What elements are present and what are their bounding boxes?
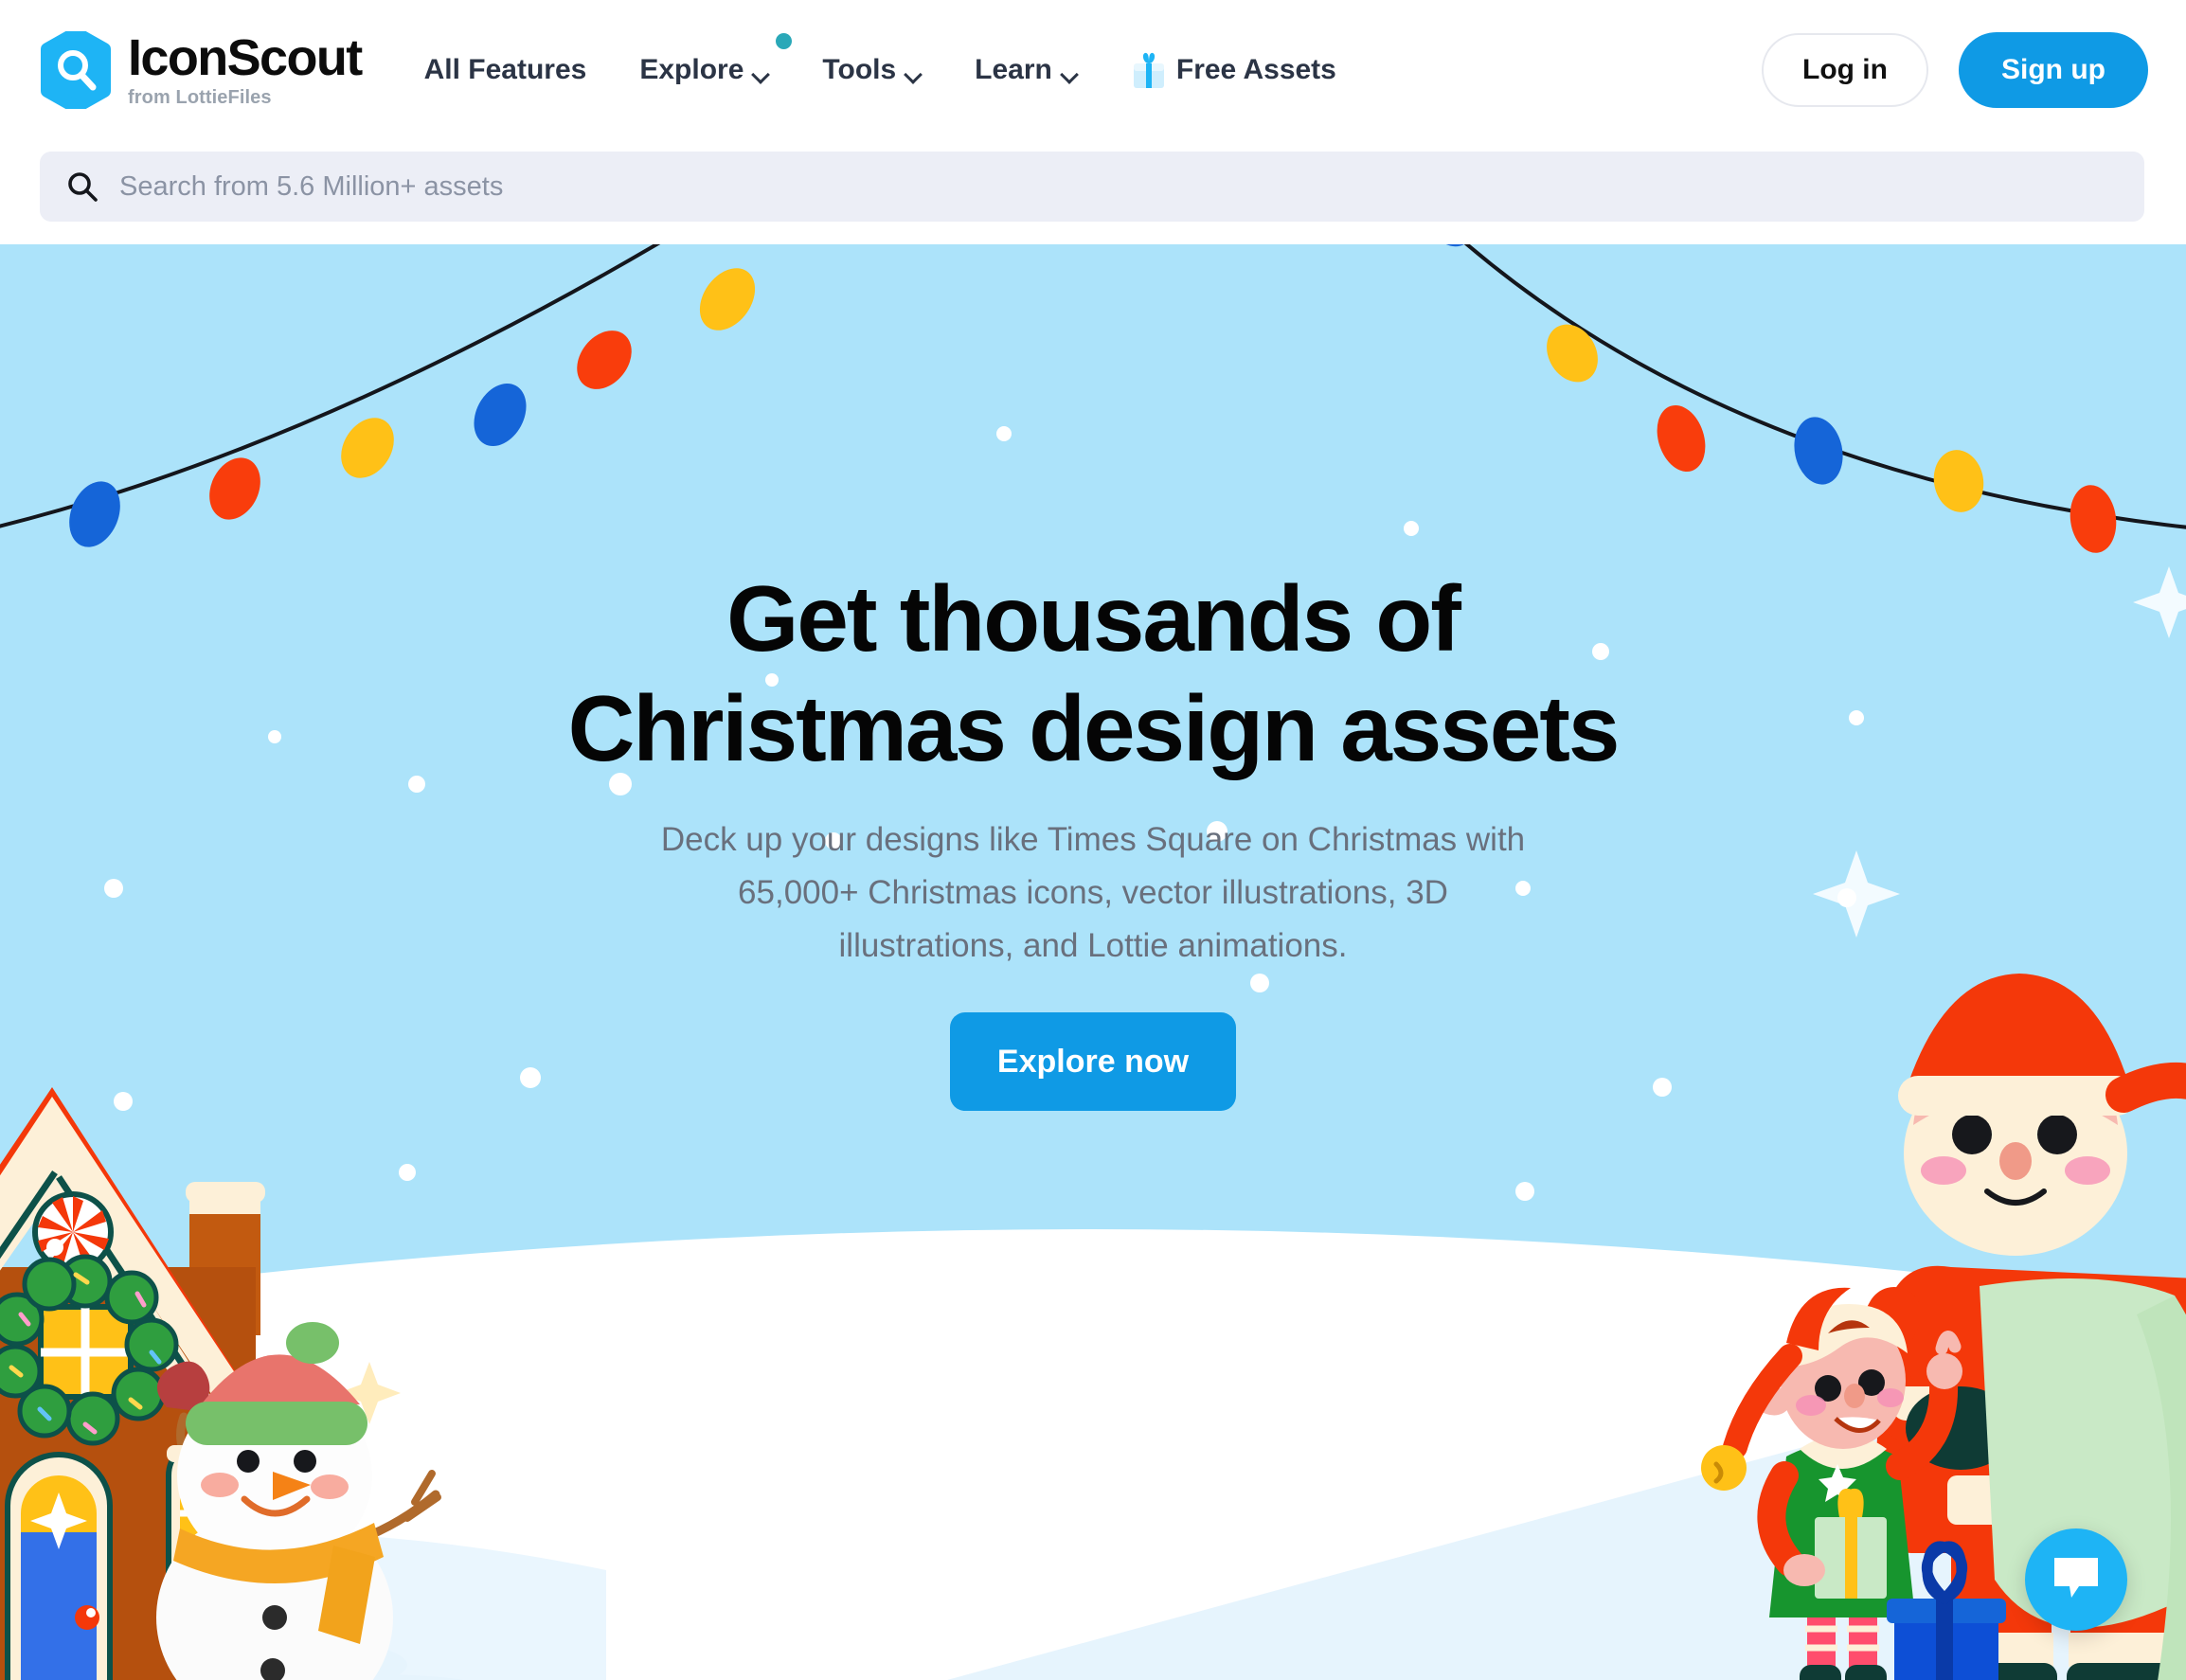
signup-button[interactable]: Sign up [1959, 32, 2148, 108]
chevron-down-icon [753, 68, 769, 78]
nav-item-learn[interactable]: Learn [975, 54, 1078, 86]
nav-item-explore[interactable]: Explore [639, 33, 793, 86]
hero-section: Get thousands of Christmas design assets… [0, 244, 2186, 1680]
chevron-down-icon [905, 68, 922, 78]
site-header: IconScout from LottieFiles All Features … [0, 0, 2186, 244]
nav-label: Tools [822, 54, 897, 85]
chevron-down-icon [1062, 68, 1078, 78]
headline-line-1: Get thousands of [726, 566, 1461, 670]
main-menu: All Features Explore Tools Learn Free As… [424, 33, 1336, 90]
headline-line-2: Christmas design assets [567, 675, 1621, 780]
gift-icon [1131, 50, 1167, 90]
hero-subtitle: Deck up your designs like Times Square o… [0, 813, 2186, 973]
search-bar[interactable]: Search from 5.6 Million+ assets [40, 152, 2144, 222]
nav-label: Learn [975, 54, 1052, 85]
search-input[interactable]: Search from 5.6 Million+ assets [119, 171, 503, 203]
auth-actions: Log in Sign up [1762, 32, 2148, 108]
explore-now-button[interactable]: Explore now [950, 1012, 1236, 1112]
subtitle-line-2: 65,000+ Christmas icons, vector illustra… [738, 874, 1448, 912]
brand-logo[interactable]: IconScout from LottieFiles [40, 27, 363, 114]
subtitle-line-3: illustrations, and Lottie animations. [838, 927, 1348, 965]
nav-item-tools[interactable]: Tools [822, 54, 922, 86]
nav-item-free-assets[interactable]: Free Assets [1131, 50, 1336, 90]
subtitle-line-1: Deck up your designs like Times Square o… [660, 821, 1526, 859]
notification-dot-icon [776, 33, 793, 49]
page-title: Get thousands of Christmas design assets [0, 564, 2186, 783]
brand-name: IconScout [128, 28, 363, 86]
hero-content: Get thousands of Christmas design assets… [0, 244, 2186, 1112]
nav-label: Free Assets [1175, 54, 1336, 85]
nav-item-all-features[interactable]: All Features [424, 54, 587, 86]
nav-label: Explore [639, 54, 744, 85]
search-icon [66, 170, 99, 203]
nav-label: All Features [423, 54, 587, 85]
magnifier-hexagon-icon [40, 27, 112, 114]
chat-bubble-icon [2051, 1554, 2102, 1606]
navigation-bar: IconScout from LottieFiles All Features … [0, 0, 2186, 140]
brand-tagline: from LottieFiles [128, 86, 272, 108]
login-button[interactable]: Log in [1762, 33, 1928, 107]
chat-widget-button[interactable] [2025, 1528, 2127, 1631]
